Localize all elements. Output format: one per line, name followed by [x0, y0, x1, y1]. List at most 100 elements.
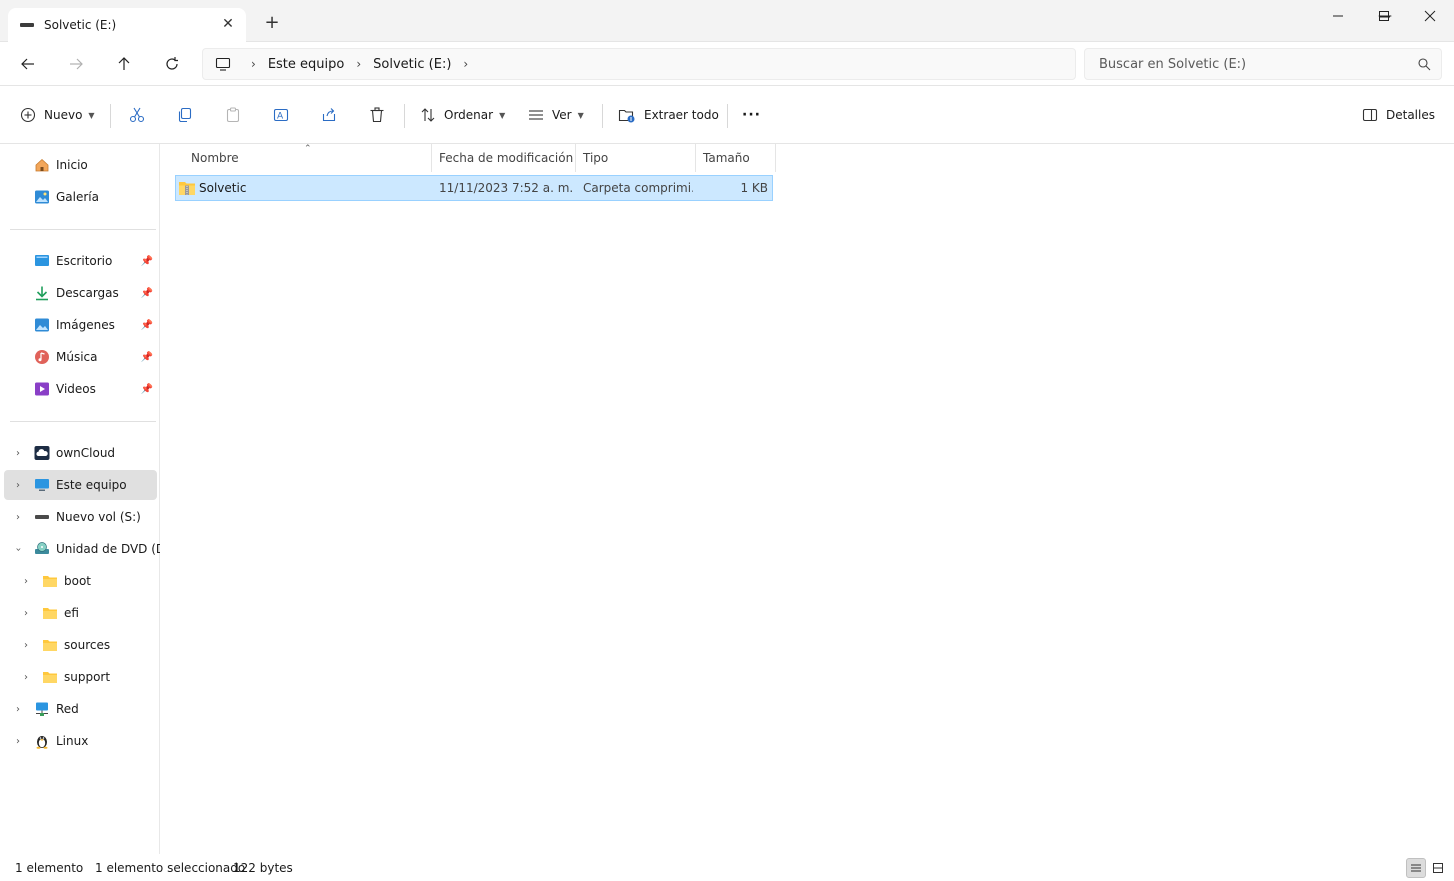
sidebar-item-owncloud[interactable]: › ownCloud	[4, 438, 157, 468]
details-view-button[interactable]	[1406, 858, 1426, 878]
sidebar-item-downloads[interactable]: Descargas 📌	[4, 278, 157, 308]
sidebar-item-pictures[interactable]: Imágenes 📌	[4, 310, 157, 340]
search-placeholder: Buscar en Solvetic (E:)	[1099, 56, 1247, 72]
sidebar-item-support[interactable]: › support	[4, 662, 157, 692]
column-header-modified[interactable]: Fecha de modificación	[432, 144, 576, 172]
divider	[10, 421, 156, 422]
chevron-right-icon: ›	[251, 57, 256, 71]
maximize-icon	[1379, 11, 1389, 21]
sidebar-item-label: Inicio	[56, 158, 88, 172]
cloud-icon	[34, 446, 50, 460]
sidebar-item-this-pc[interactable]: › Este equipo	[4, 470, 157, 500]
item-count: 1 elemento	[15, 861, 84, 875]
pin-icon[interactable]: 📌	[141, 320, 153, 331]
sort-button[interactable]: Ordenar ▼	[420, 100, 505, 130]
monitor-icon	[215, 57, 231, 71]
sidebar-item-label: Este equipo	[56, 478, 127, 492]
paste-button[interactable]	[224, 100, 242, 130]
network-icon	[36, 702, 48, 716]
column-header-size[interactable]: Tamaño	[696, 144, 776, 172]
sidebar-item-videos[interactable]: Videos 📌	[4, 374, 157, 404]
chevron-down-icon: ▼	[88, 110, 95, 120]
sort-icon	[421, 108, 435, 122]
back-button[interactable]	[12, 48, 44, 80]
dvd-drive-icon	[35, 542, 49, 554]
new-button[interactable]: Nuevo ▼	[20, 100, 95, 130]
table-row[interactable]: Solvetic 11/11/2023 7:52 a. m. Carpeta c…	[175, 175, 773, 201]
tiles-view-button[interactable]	[1428, 858, 1448, 878]
new-tab-button[interactable]: +	[262, 12, 282, 33]
sidebar-item-efi[interactable]: › efi	[4, 598, 157, 628]
address-bar[interactable]: › Este equipo › Solvetic (E:) ›	[202, 48, 1076, 80]
window-close-button[interactable]	[1407, 0, 1453, 32]
sidebar-item-desktop[interactable]: Escritorio 📌	[4, 246, 157, 276]
tab-solvetic[interactable]: Solvetic (E:) ✕	[8, 8, 246, 42]
sidebar-item-dvd-drive[interactable]: › Unidad de DVD (D:)	[4, 534, 174, 564]
sidebar-item-linux[interactable]: › Linux	[4, 726, 157, 756]
sort-ascending-icon: ⌃	[304, 144, 312, 154]
view-button[interactable]: Ver ▼	[528, 100, 584, 130]
title-bar: Solvetic (E:) ✕ + —	[0, 0, 1454, 42]
drive-icon	[35, 515, 49, 519]
arrow-right-icon	[70, 58, 83, 70]
pin-icon[interactable]: 📌	[141, 256, 153, 267]
sidebar-item-label: Red	[56, 702, 79, 716]
file-size: 1 KB	[740, 181, 768, 195]
chevron-right-icon[interactable]: ›	[12, 512, 24, 523]
drive-icon	[20, 23, 34, 27]
window-minimize-button[interactable]	[1315, 0, 1361, 32]
share-button[interactable]	[320, 100, 338, 130]
sidebar-item-new-volume[interactable]: › Nuevo vol (S:)	[4, 502, 157, 532]
extract-all-button[interactable]: Extraer todo	[618, 100, 719, 130]
tab-close-icon[interactable]: ✕	[220, 16, 236, 32]
sidebar-item-label: boot	[64, 574, 92, 588]
chevron-right-icon[interactable]: ›	[12, 448, 24, 459]
more-options-button[interactable]: ···	[742, 100, 761, 130]
desktop-icon	[35, 255, 49, 266]
extract-all-label: Extraer todo	[644, 108, 719, 122]
list-view-icon	[529, 110, 543, 120]
chevron-right-icon[interactable]: ›	[20, 672, 32, 683]
sidebar-item-music[interactable]: Música 📌	[4, 342, 157, 372]
chevron-down-icon: ▼	[499, 110, 506, 120]
chevron-right-icon[interactable]: ›	[20, 608, 32, 619]
up-button[interactable]	[108, 48, 140, 80]
details-button[interactable]: Detalles	[1362, 100, 1435, 130]
pin-icon[interactable]: 📌	[141, 352, 153, 363]
chevron-down-icon[interactable]: ›	[13, 543, 24, 555]
pin-icon[interactable]: 📌	[141, 288, 153, 299]
sidebar-item-label: Escritorio	[56, 254, 113, 268]
chevron-right-icon[interactable]: ›	[12, 704, 24, 715]
navigation-bar: › Este equipo › Solvetic (E:) › Buscar e…	[0, 42, 1454, 86]
cut-button[interactable]	[128, 100, 146, 130]
sidebar-item-home[interactable]: Inicio	[4, 150, 157, 180]
gallery-icon	[35, 190, 49, 204]
chevron-right-icon[interactable]: ›	[463, 57, 468, 71]
folder-icon	[43, 672, 57, 683]
window-maximize-button[interactable]	[1361, 0, 1407, 32]
breadcrumb-solvetic[interactable]: Solvetic (E:)	[373, 57, 451, 72]
folder-icon	[43, 576, 57, 587]
forward-button[interactable]	[60, 48, 92, 80]
column-header-type[interactable]: Tipo	[576, 144, 696, 172]
sidebar-item-label: Unidad de DVD (D:)	[56, 542, 174, 556]
pin-icon[interactable]: 📌	[141, 384, 153, 395]
refresh-button[interactable]	[156, 48, 188, 80]
search-input[interactable]: Buscar en Solvetic (E:)	[1084, 48, 1442, 80]
copy-button[interactable]	[176, 100, 194, 130]
delete-button[interactable]	[368, 100, 386, 130]
linux-penguin-icon	[36, 736, 48, 749]
chevron-right-icon[interactable]: ›	[12, 480, 24, 491]
chevron-right-icon[interactable]: ›	[20, 640, 32, 651]
sidebar-item-sources[interactable]: › sources	[4, 630, 157, 660]
chevron-right-icon[interactable]: ›	[20, 576, 32, 587]
sidebar-item-network[interactable]: › Red	[4, 694, 157, 724]
divider	[110, 104, 111, 128]
rename-button[interactable]: A	[272, 100, 290, 130]
command-bar: Nuevo ▼ A Ordenar ▼ Ver ▼ Extraer todo ·…	[0, 86, 1454, 144]
sidebar-item-boot[interactable]: › boot	[4, 566, 157, 596]
breadcrumb-este-equipo[interactable]: Este equipo	[268, 57, 345, 72]
chevron-right-icon[interactable]: ›	[12, 736, 24, 747]
sidebar-item-gallery[interactable]: Galería	[4, 182, 157, 212]
rename-icon: A	[273, 108, 289, 122]
